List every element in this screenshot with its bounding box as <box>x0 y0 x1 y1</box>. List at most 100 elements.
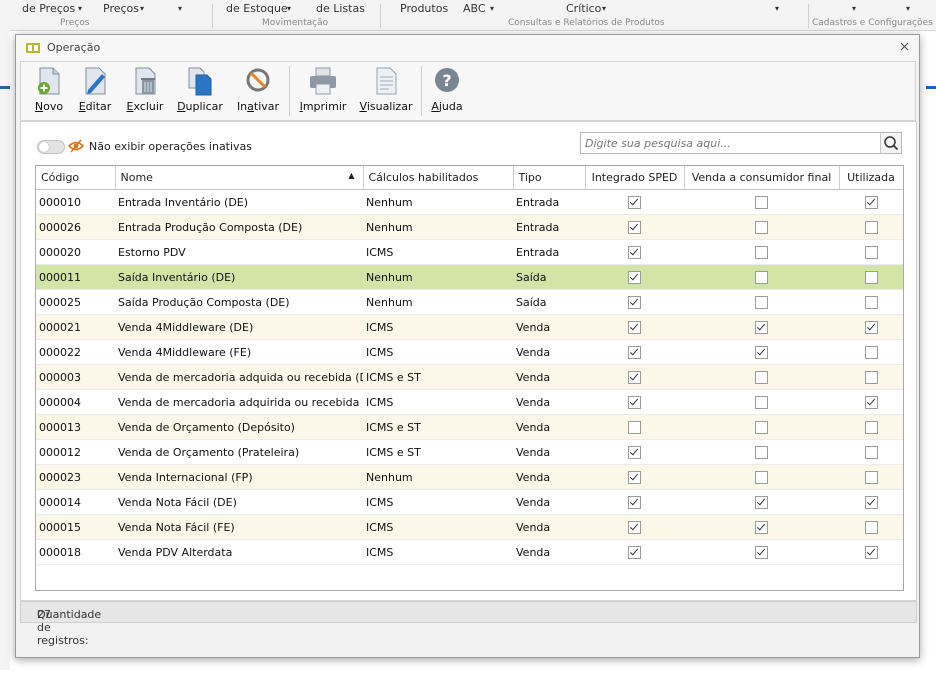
utilizada-checkbox[interactable] <box>864 545 878 559</box>
integrado-sped-checkbox[interactable] <box>628 520 641 534</box>
venda-consumidor-final-checkbox[interactable] <box>755 545 768 559</box>
table-row[interactable]: 000013 Venda de Orçamento (Depósito) ICMS … <box>36 414 903 440</box>
table-row[interactable]: 000015 Venda Nota Fácil (FE) ICMS Venda <box>36 514 903 540</box>
close-icon <box>900 42 909 51</box>
utilizada-checkbox[interactable] <box>864 370 878 384</box>
venda-consumidor-final-cell <box>684 389 839 415</box>
table-row[interactable]: 000003 Venda de mercadoria adquida ou rec… <box>36 364 903 390</box>
table-row[interactable]: 000004 Venda de mercadoria adquirida ou r… <box>36 389 903 415</box>
utilizada-checkbox[interactable] <box>864 320 878 334</box>
close-button[interactable] <box>900 40 909 55</box>
utilizada-checkbox[interactable] <box>864 445 878 459</box>
integrado-sped-checkbox[interactable] <box>628 270 641 284</box>
dialog-titlebar[interactable]: Operação <box>16 35 919 61</box>
column-header-utilizada[interactable]: Utilizada <box>839 166 903 190</box>
integrado-sped-checkbox[interactable] <box>628 245 641 259</box>
utilizada-checkbox[interactable] <box>864 470 878 484</box>
preview-document-icon <box>376 67 397 95</box>
integrado-sped-checkbox[interactable] <box>628 395 641 409</box>
ribbon-item[interactable]: de Estoque <box>226 2 288 15</box>
imprimir-button[interactable]: Imprimir <box>297 66 349 116</box>
utilizada-checkbox[interactable] <box>864 420 878 434</box>
cell-nome: Venda de mercadoria adquida ou recebida … <box>115 364 363 390</box>
table-row[interactable]: 000023 Venda Internacional (FP) Nenhum Vend… <box>36 464 903 490</box>
cell-nome: Venda 4Middleware (DE) <box>115 314 363 340</box>
cell-calculos: ICMS e ST <box>363 414 513 440</box>
utilizada-checkbox[interactable] <box>864 245 878 259</box>
ribbon-item[interactable]: de Listas <box>316 2 365 15</box>
venda-consumidor-final-checkbox[interactable] <box>755 470 768 484</box>
utilizada-checkbox[interactable] <box>864 395 878 409</box>
ajuda-button[interactable]: ? Ajuda <box>429 66 465 116</box>
column-header-tipo[interactable]: Tipo <box>513 166 586 190</box>
column-header-calculos[interactable]: Cálculos habilitados <box>363 166 514 190</box>
cell-codigo: 000022 <box>36 339 115 365</box>
column-header-sped[interactable]: Integrado SPED <box>585 166 685 190</box>
venda-consumidor-final-checkbox[interactable] <box>755 195 768 209</box>
cell-tipo: Entrada <box>513 239 585 265</box>
venda-consumidor-final-checkbox[interactable] <box>755 520 768 534</box>
background-ribbon: de Preços ▾ Preços ▾ ▾ de Estoque ▾ de List… <box>0 0 936 31</box>
table-row[interactable]: 000011 Saída Inventário (DE) Nenhum Saída <box>36 264 903 290</box>
venda-consumidor-final-checkbox[interactable] <box>755 420 768 434</box>
venda-consumidor-final-checkbox[interactable] <box>755 395 768 409</box>
inativar-button[interactable]: Inativar <box>235 66 281 116</box>
integrado-sped-checkbox[interactable] <box>628 345 641 359</box>
column-header-nome[interactable]: Nome ▲ <box>115 166 364 190</box>
search-button[interactable] <box>880 133 901 153</box>
integrado-sped-checkbox[interactable] <box>628 320 641 334</box>
table-row[interactable]: 000020 Estorno PDV ICMS Entrada <box>36 239 903 265</box>
table-row[interactable]: 000026 Entrada Produção Composta (DE) Nenh… <box>36 214 903 240</box>
table-row[interactable]: 000022 Venda 4Middleware (FE) ICMS Venda <box>36 339 903 365</box>
table-row[interactable]: 000018 Venda PDV Alterdata ICMS Venda <box>36 539 903 565</box>
utilizada-checkbox[interactable] <box>864 270 878 284</box>
venda-consumidor-final-checkbox[interactable] <box>755 370 768 384</box>
venda-consumidor-final-checkbox[interactable] <box>755 220 768 234</box>
excluir-button[interactable]: Excluir <box>124 66 166 116</box>
venda-consumidor-final-checkbox[interactable] <box>755 320 768 334</box>
integrado-sped-checkbox[interactable] <box>628 195 641 209</box>
integrado-sped-checkbox[interactable] <box>628 370 641 384</box>
ribbon-item[interactable]: ABC <box>463 2 486 15</box>
venda-consumidor-final-checkbox[interactable] <box>755 295 768 309</box>
cell-nome: Venda 4Middleware (FE) <box>115 339 363 365</box>
table-row[interactable]: 000012 Venda de Orçamento (Prateleira) ICM… <box>36 439 903 465</box>
table-row[interactable]: 000010 Entrada Inventário (DE) Nenhum Entra… <box>36 189 903 215</box>
integrado-sped-checkbox[interactable] <box>628 470 641 484</box>
duplicar-button[interactable]: Duplicar <box>175 66 225 116</box>
novo-button[interactable]: Novo <box>31 66 67 116</box>
integrado-sped-checkbox[interactable] <box>628 220 641 234</box>
utilizada-checkbox[interactable] <box>864 520 878 534</box>
utilizada-checkbox[interactable] <box>864 220 878 234</box>
venda-consumidor-final-checkbox[interactable] <box>755 270 768 284</box>
hide-inactive-toggle[interactable] <box>37 140 65 154</box>
search-input[interactable] <box>581 133 881 153</box>
column-header-consumidor[interactable]: Venda a consumidor final <box>684 166 840 190</box>
table-row[interactable]: 000025 Saída Produção Composta (DE) Nenhum… <box>36 289 903 315</box>
utilizada-checkbox[interactable] <box>864 195 878 209</box>
chevron-down-icon: ▾ <box>906 4 911 13</box>
venda-consumidor-final-checkbox[interactable] <box>755 245 768 259</box>
utilizada-checkbox[interactable] <box>864 495 878 509</box>
table-row[interactable]: 000014 Venda Nota Fácil (DE) ICMS Venda <box>36 489 903 515</box>
ribbon-item[interactable]: Produtos <box>400 2 448 15</box>
visualizar-button[interactable]: Visualizar <box>359 66 413 116</box>
venda-consumidor-final-checkbox[interactable] <box>755 495 768 509</box>
integrado-sped-checkbox[interactable] <box>628 495 641 509</box>
venda-consumidor-final-cell <box>684 189 839 215</box>
ribbon-item[interactable]: de Preços <box>22 2 75 15</box>
ribbon-item[interactable]: Crítico <box>566 2 601 15</box>
utilizada-checkbox[interactable] <box>864 295 878 309</box>
integrado-sped-checkbox[interactable] <box>628 420 641 434</box>
toolbar: Novo Editar Excluir Duplicar Inativar Im… <box>20 61 916 121</box>
integrado-sped-checkbox[interactable] <box>628 545 641 559</box>
integrado-sped-checkbox[interactable] <box>628 445 641 459</box>
venda-consumidor-final-checkbox[interactable] <box>755 445 768 459</box>
column-header-codigo[interactable]: Código <box>36 166 116 190</box>
integrado-sped-checkbox[interactable] <box>628 295 641 309</box>
table-row[interactable]: 000021 Venda 4Middleware (DE) ICMS Venda <box>36 314 903 340</box>
utilizada-checkbox[interactable] <box>864 345 878 359</box>
ribbon-item[interactable]: Preços <box>103 2 139 15</box>
venda-consumidor-final-checkbox[interactable] <box>755 345 768 359</box>
editar-button[interactable]: Editar <box>75 66 115 116</box>
